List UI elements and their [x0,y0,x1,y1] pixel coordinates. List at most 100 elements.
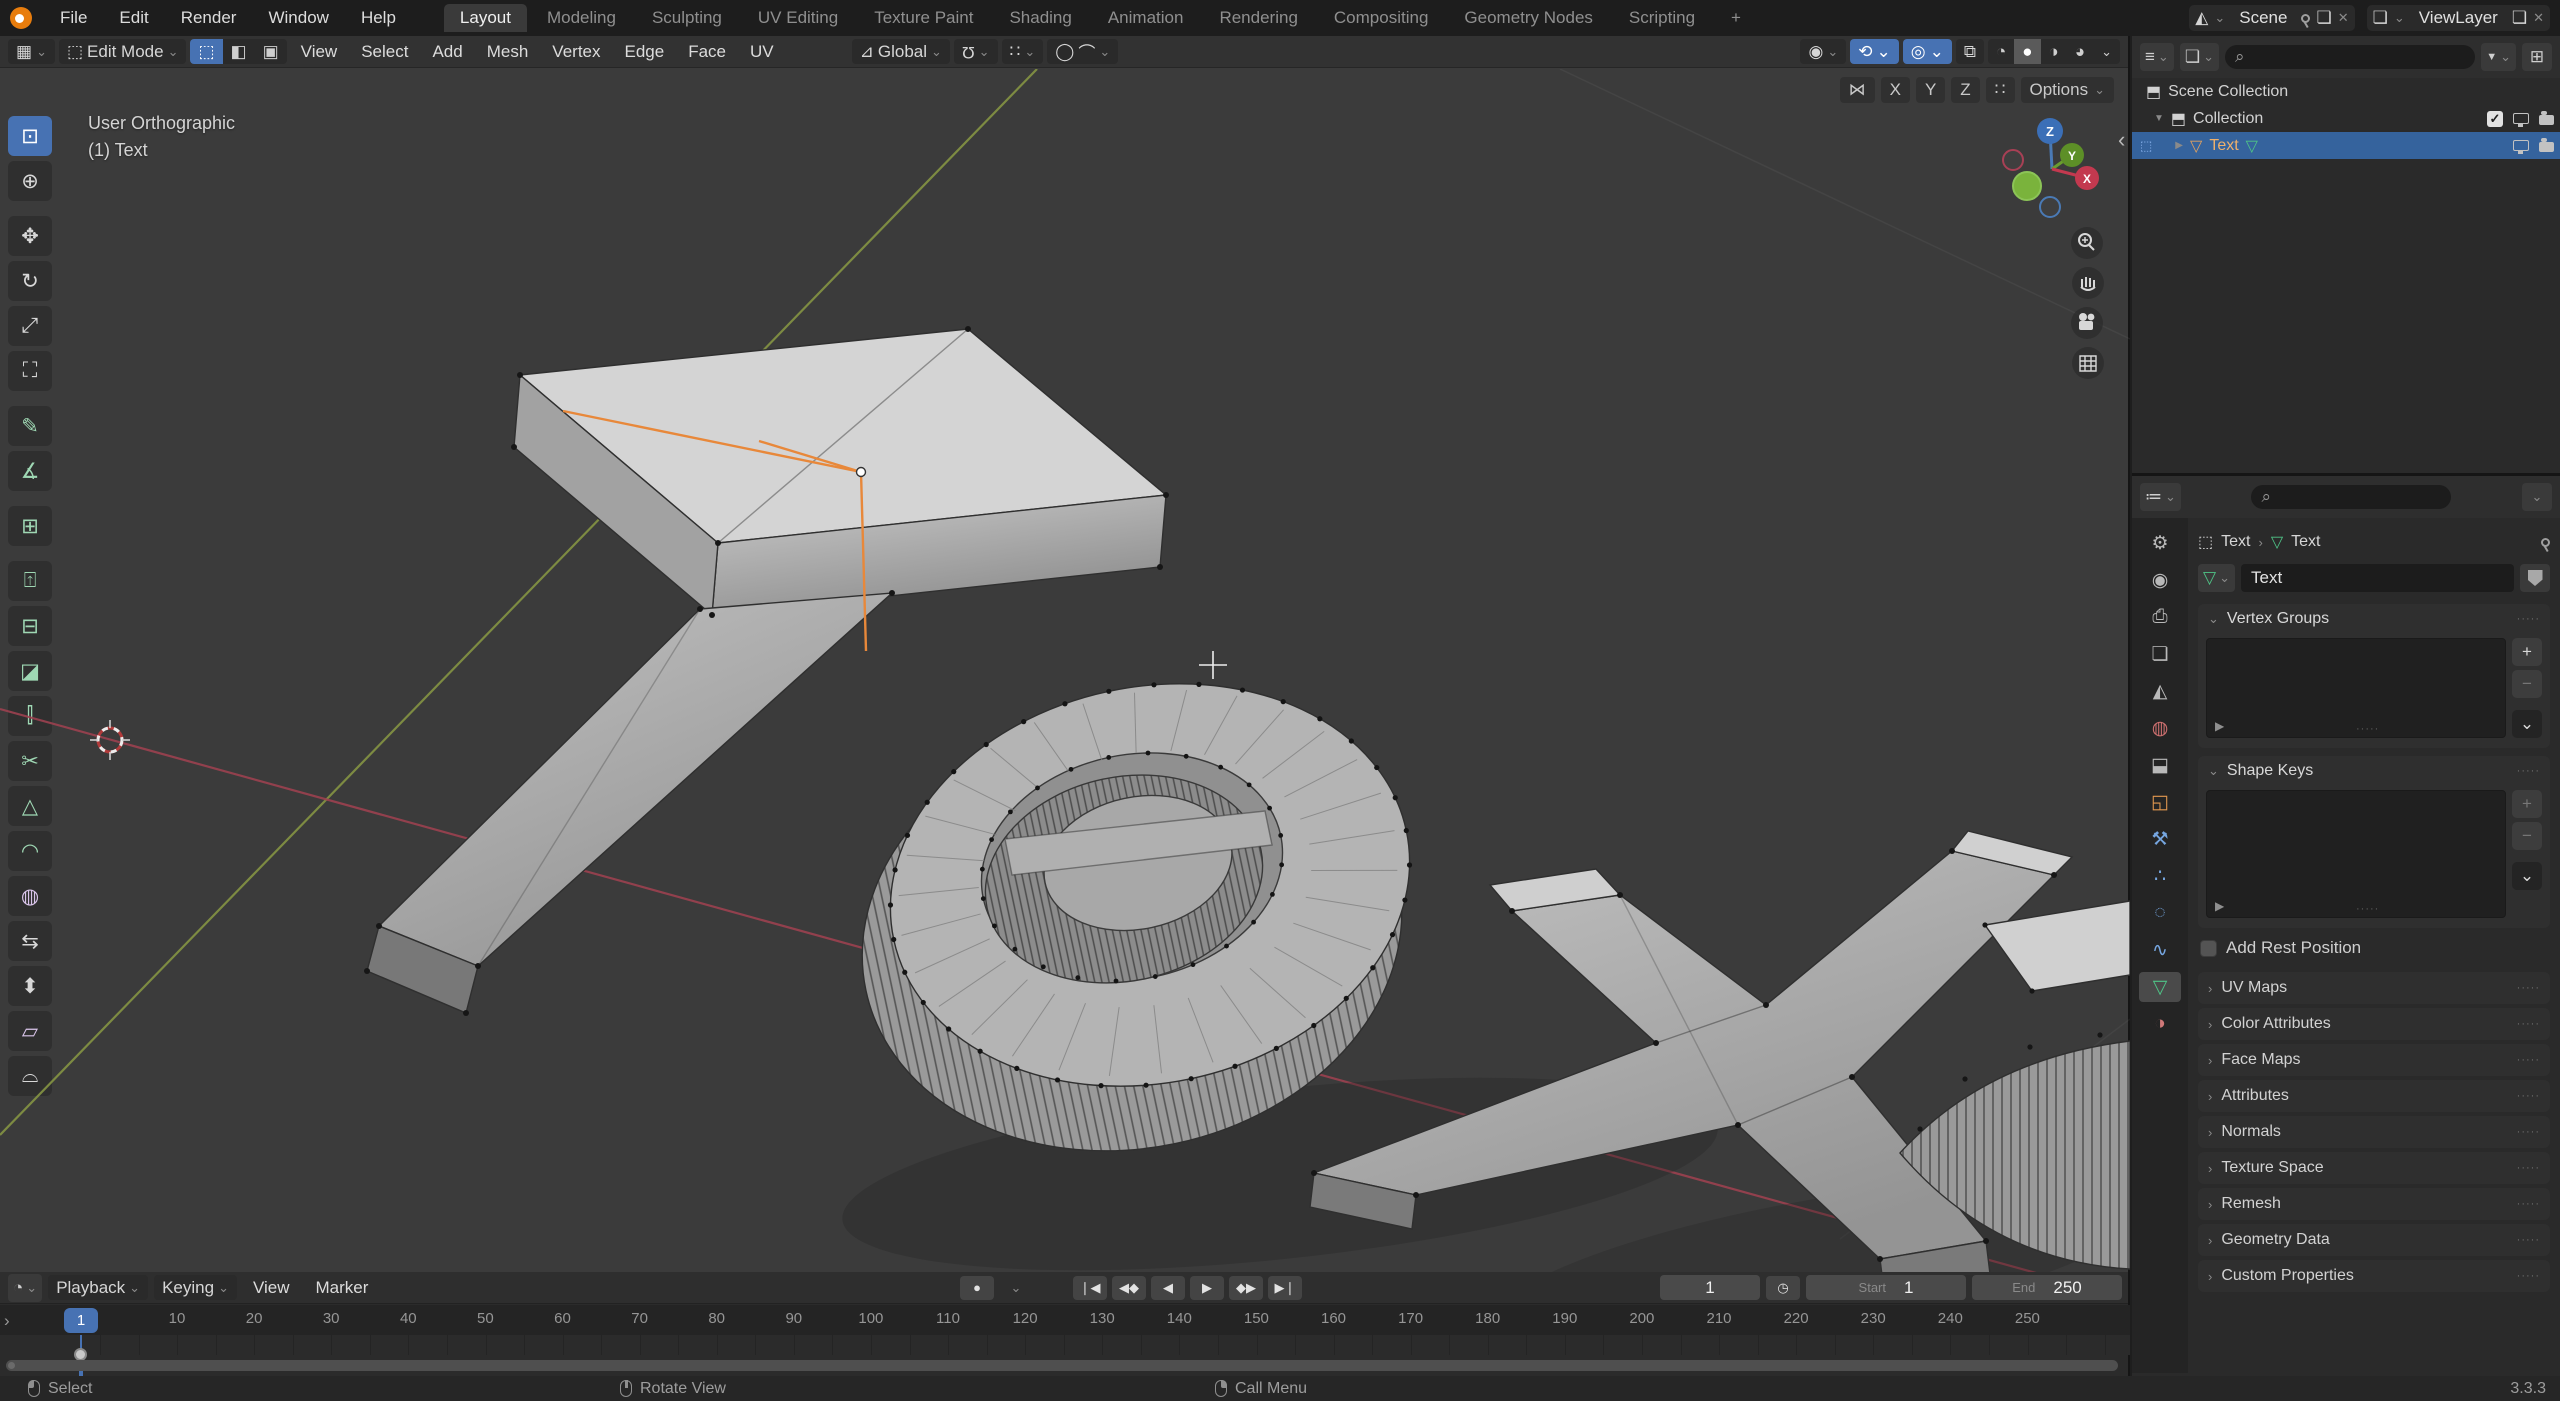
outliner-filter-button[interactable]: ▼ ⌄ [2481,43,2516,71]
jump-to-start-button[interactable]: ❘◀ [1073,1275,1107,1300]
outliner-row-collection[interactable]: ▼ ⬒ Collection ✓ [2132,105,2560,132]
panel-attributes[interactable]: › Attributes ····· [2198,1080,2550,1112]
snap-target-selector[interactable]: ∷ ⌄ [1001,39,1044,64]
panel-grip-icon[interactable]: ····· [2517,1126,2540,1138]
list-grip-icon[interactable]: ····· [2356,723,2379,735]
add-shape-key-button[interactable]: + [2512,790,2542,818]
transform-orientation-selector[interactable]: ⊿ Global ⌄ [851,39,950,64]
tab-world[interactable]: ◍ [2139,713,2181,743]
fake-user-button[interactable] [2520,564,2550,592]
show-gizmo-toggle[interactable]: ⟲ ⌄ [1850,39,1899,64]
panel-remesh[interactable]: › Remesh ····· [2198,1188,2550,1220]
tab-particles[interactable]: ∴ [2139,861,2181,891]
shape-key-specials-button[interactable]: ⌄ [2512,862,2542,890]
auto-keying-record-button[interactable]: ● [960,1275,994,1300]
add-workspace-button[interactable]: + [1715,4,1757,32]
vertex-select-button[interactable]: ⬚ [190,39,223,64]
menu-edit[interactable]: Edit [105,5,162,31]
menu-mesh[interactable]: Mesh [477,40,539,64]
timeline-scrollbar[interactable] [6,1360,2118,1371]
panel-geometry-data[interactable]: › Geometry Data ····· [2198,1224,2550,1256]
timeline-view-menu[interactable]: View [243,1276,300,1300]
jump-to-end-button[interactable]: ▶❘ [1268,1275,1302,1300]
add-vertex-group-button[interactable]: + [2512,638,2542,666]
menu-face[interactable]: Face [678,40,736,64]
viewport-3d[interactable]: ▦ ⌄ ⬚ Edit Mode ⌄ ⬚ ◧ ▣ View Select Add … [0,36,2130,1272]
play-button[interactable]: ▶ [1190,1275,1224,1300]
pin-icon[interactable] [2541,537,2550,547]
viewlayer-name[interactable]: ViewLayer [2411,8,2506,28]
shading-rendered-button[interactable]: ◕ [2067,39,2093,64]
pan-button[interactable] [2072,267,2104,299]
outliner-editor-type-button[interactable]: ≡ ⌄ [2140,43,2174,71]
workspace-tab-modeling[interactable]: Modeling [531,4,632,32]
menu-vertex[interactable]: Vertex [542,40,610,64]
new-scene-icon[interactable]: ❏ [2316,8,2331,28]
hide-viewport-icon[interactable] [2513,113,2529,127]
vertex-groups-list[interactable]: ▶ ····· [2206,638,2506,738]
outliner-display-mode-button[interactable]: ❏ ⌄ [2179,43,2219,71]
navigation-gizmo[interactable]: Z Y X [2002,118,2104,379]
panel-normals[interactable]: › Normals ····· [2198,1116,2550,1148]
panel-grip-icon[interactable]: ····· [2517,1270,2540,1282]
menu-select[interactable]: Select [351,40,418,64]
pin-icon[interactable] [2301,13,2311,23]
keying-set-dropdown[interactable]: ⌄ [999,1276,1033,1300]
breadcrumb-object[interactable]: Text [2221,533,2250,551]
properties-search-input[interactable]: ⌕ [2251,485,2452,509]
editor-type-button[interactable]: ▦ ⌄ [8,39,55,64]
blender-logo-icon[interactable] [10,7,32,29]
timeline-track-strip[interactable] [0,1335,2130,1355]
chevron-down-icon[interactable]: ⌄ [2214,10,2225,26]
shading-wireframe-button[interactable]: ◔ [1988,39,2014,64]
hide-viewport-icon[interactable] [2513,140,2529,154]
panel-grip-icon[interactable]: ····· [2517,1018,2540,1030]
panel-grip-icon[interactable]: ····· [2517,1198,2540,1210]
list-grip-icon[interactable]: ····· [2356,903,2379,915]
workspace-tab-layout[interactable]: Layout [443,4,527,32]
close-icon[interactable]: ✕ [2338,10,2349,26]
playback-menu[interactable]: Playback ⌄ [48,1275,149,1300]
tab-object[interactable]: ◱ [2139,787,2181,817]
panel-grip-icon[interactable]: ····· [2517,1162,2540,1174]
disclosure-triangle-icon[interactable]: ▶ [2175,140,2183,151]
tab-physics[interactable]: ◌ [2139,898,2181,928]
timeline-marker-menu[interactable]: Marker [306,1276,379,1300]
panel-uv-maps[interactable]: › UV Maps ····· [2198,972,2550,1004]
new-collection-button[interactable]: ⊞ [2522,43,2552,71]
proportional-edit-toggle[interactable]: ◯ ⌒ ⌄ [1047,39,1119,64]
tab-render[interactable]: ◉ [2139,565,2181,595]
menu-window[interactable]: Window [254,5,342,31]
menu-file[interactable]: File [46,5,101,31]
next-keyframe-button[interactable]: ◆▶ [1229,1275,1263,1300]
shading-material-button[interactable]: ◑ [2041,39,2067,64]
tab-tool[interactable]: ⚙ [2139,528,2181,558]
timeline-ruler[interactable]: › 10 20 30 40 50 60 70 80 90 100 110 120 130 140 150 16… [0,1305,2130,1335]
viewport-scene[interactable]: Z Y X ‹ [0,69,2130,1272]
workspace-tab-texture-paint[interactable]: Texture Paint [858,4,989,32]
mesh-data-icon[interactable]: ▽ [2271,532,2283,552]
viewlayer-selector[interactable]: ❏ ⌄ ViewLayer ❏ ✕ [2366,5,2550,31]
workspace-tab-animation[interactable]: Animation [1092,4,1200,32]
panel-grip-icon[interactable]: ····· [2517,1090,2540,1102]
frame-end-field[interactable]: End 250 [1972,1275,2122,1300]
mesh-browse-button[interactable]: ▽ ⌄ [2198,564,2235,592]
remove-shape-key-button[interactable]: − [2512,822,2542,850]
snap-toggle[interactable]: Ω ⌄ [953,39,998,64]
playhead-frame-badge[interactable]: 1 [64,1308,98,1333]
outliner-row-text-object[interactable]: ⬚ ▶ ▽ Text ▽ [2132,132,2560,159]
tab-view-layer[interactable]: ❏ [2139,639,2181,669]
keying-menu[interactable]: Keying ⌄ [154,1275,237,1300]
panel-grip-icon[interactable]: ····· [2517,765,2540,777]
object-type-visibility-button[interactable]: ◉ ⌄ [1800,39,1847,64]
scene-selector[interactable]: ◭ ⌄ Scene ❏ ✕ [2189,5,2355,31]
outliner-row-scene-collection[interactable]: ⬒ Scene Collection [2132,78,2560,105]
panel-texture-space[interactable]: › Texture Space ····· [2198,1152,2550,1184]
menu-render[interactable]: Render [167,5,251,31]
panel-grip-icon[interactable]: ····· [2517,982,2540,994]
frame-start-field[interactable]: Start 1 [1806,1275,1966,1300]
edge-select-button[interactable]: ◧ [223,39,255,64]
disclosure-triangle-icon[interactable]: ▼ [2154,113,2164,124]
close-icon[interactable]: ✕ [2533,10,2544,26]
current-frame-field[interactable]: 1 [1660,1275,1760,1300]
